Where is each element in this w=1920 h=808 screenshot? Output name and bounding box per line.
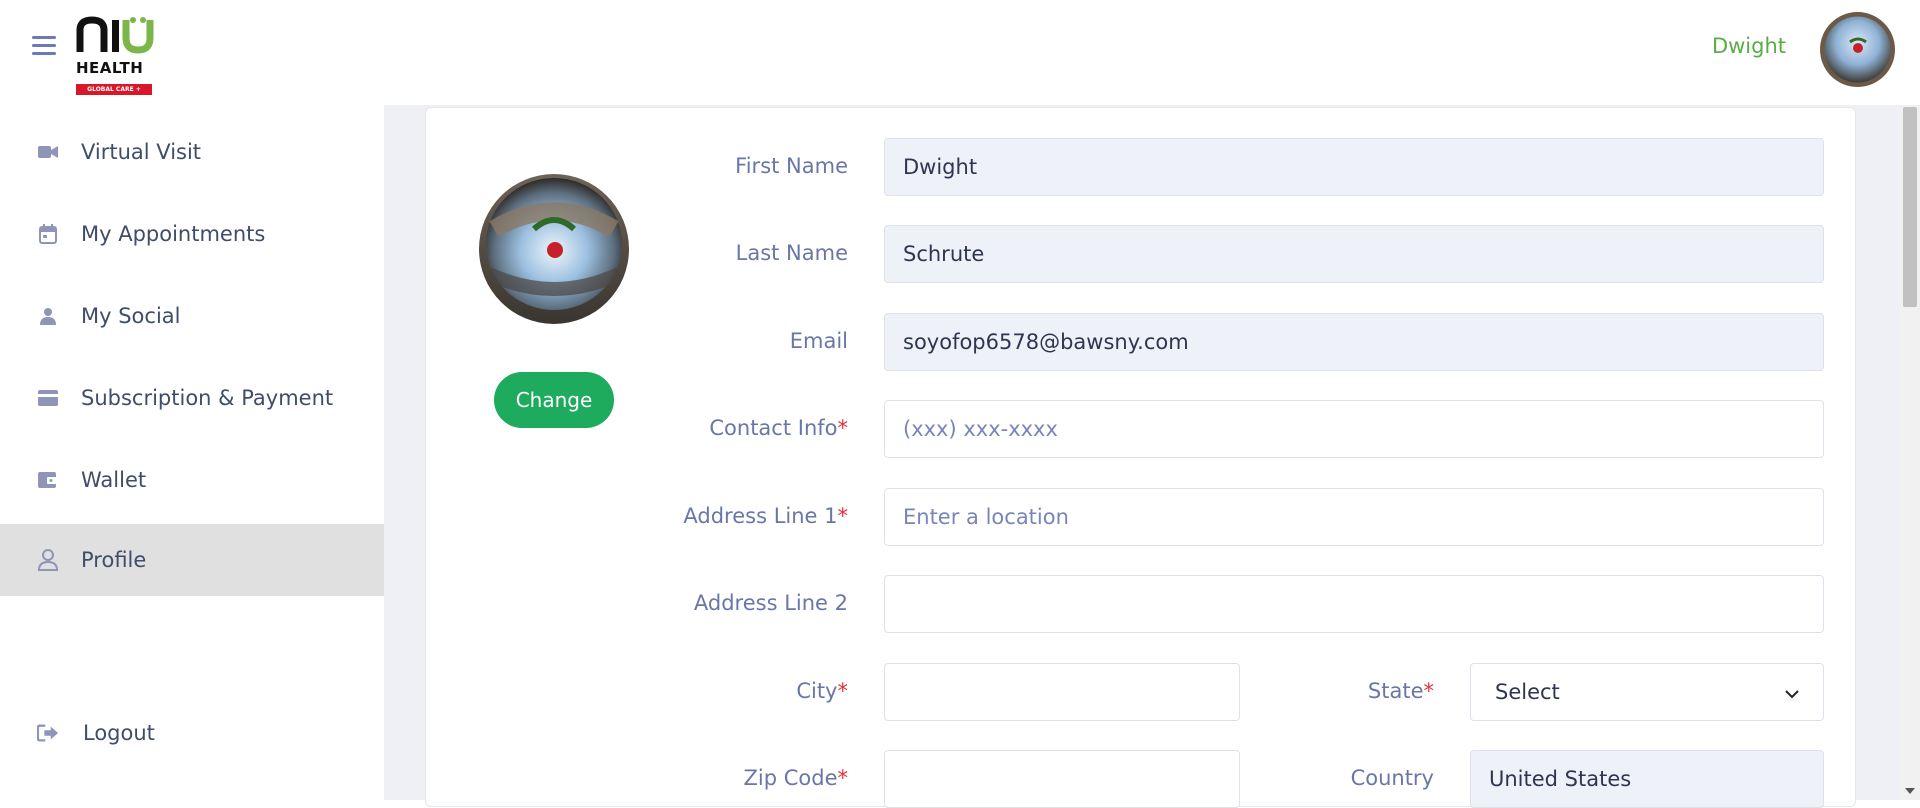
chevron-down-icon [1785,680,1799,704]
email-label: Email [640,329,848,353]
credit-card-icon [37,387,59,409]
sidebar-item-wallet[interactable]: Wallet [0,444,384,516]
sidebar-item-my-social[interactable]: My Social [0,280,384,352]
logo-wordmark [76,16,156,60]
address-line-1-label: Address Line 1* [640,504,848,528]
sidebar: Virtual Visit My Appointments My Social … [0,105,384,800]
sidebar-item-subscription-payment[interactable]: Subscription & Payment [0,362,384,434]
video-camera-icon [37,141,59,163]
first-name-field[interactable] [884,138,1824,196]
state-label: State* [1230,679,1434,703]
menu-toggle-icon[interactable] [32,36,56,56]
logo-tagline: GLOBAL CARE + [76,84,152,95]
calendar-icon [37,223,59,245]
address-line-2-label: Address Line 2 [640,591,848,615]
logout-button[interactable]: Logout [0,697,384,769]
sign-out-icon [37,722,59,744]
scrollbar-thumb[interactable] [1903,107,1917,307]
sidebar-item-label: My Appointments [81,222,265,246]
contact-info-field[interactable] [884,400,1824,458]
change-photo-button[interactable]: Change [494,372,614,428]
last-name-field[interactable] [884,225,1824,283]
city-field[interactable] [884,663,1240,721]
contact-info-label: Contact Info* [640,416,848,440]
last-name-label: Last Name [640,241,848,265]
country-field[interactable] [1470,750,1824,808]
logo-health-text: HEALTH [76,60,156,76]
city-label: City* [640,679,848,703]
sidebar-item-profile[interactable]: Profile [0,524,384,596]
person-icon [37,305,59,327]
logout-label: Logout [83,721,155,745]
sidebar-item-my-appointments[interactable]: My Appointments [0,198,384,270]
scroll-down-arrow-icon[interactable] [1905,788,1915,794]
sidebar-item-label: Subscription & Payment [81,386,333,410]
address-line-1-field[interactable] [884,488,1824,546]
first-name-label: First Name [640,154,848,178]
state-select-value: Select [1495,680,1560,704]
zip-code-label: Zip Code* [640,766,848,790]
app-header: HEALTH GLOBAL CARE + Dwight [0,0,1920,105]
zip-code-field[interactable] [884,750,1240,808]
sidebar-item-label: Virtual Visit [81,140,201,164]
header-user-name[interactable]: Dwight [1712,34,1786,58]
address-line-2-field[interactable] [884,575,1824,633]
sidebar-item-label: My Social [81,304,180,328]
wallet-icon [37,469,59,491]
country-label: Country [1230,766,1434,790]
state-select[interactable]: Select [1470,663,1824,721]
user-outline-icon [37,549,59,571]
email-field[interactable] [884,313,1824,371]
nu-health-logo[interactable]: HEALTH GLOBAL CARE + [76,16,156,88]
sidebar-item-virtual-visit[interactable]: Virtual Visit [0,116,384,188]
sidebar-item-label: Profile [81,548,146,572]
sidebar-item-label: Wallet [81,468,146,492]
profile-photo [479,174,629,324]
header-avatar[interactable] [1820,12,1895,87]
